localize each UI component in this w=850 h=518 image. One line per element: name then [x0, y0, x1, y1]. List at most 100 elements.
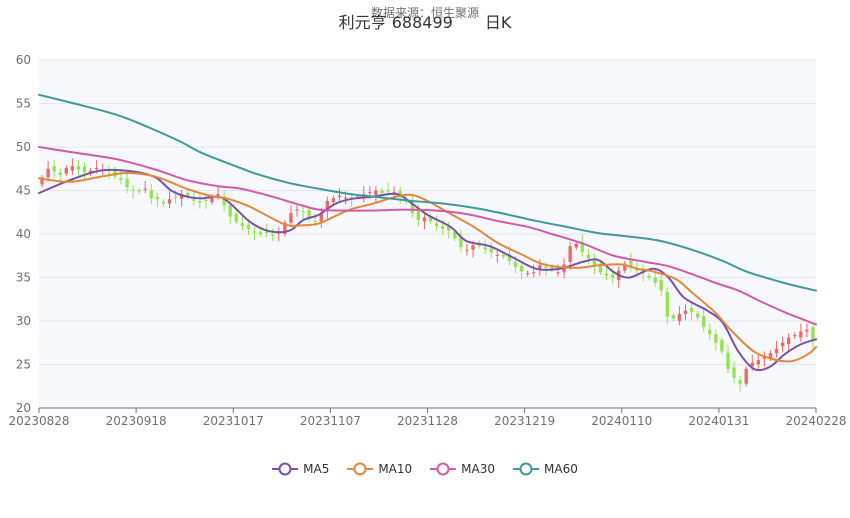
candle-body	[271, 234, 275, 236]
candle-body	[677, 314, 682, 321]
candle-body	[793, 334, 797, 337]
candle-body	[805, 329, 809, 332]
legend-marker-icon	[347, 462, 374, 476]
candle-body	[216, 193, 220, 196]
y-tick-label: 50	[16, 140, 31, 154]
candle-body	[744, 368, 748, 384]
candle-body	[774, 348, 779, 354]
legend-item-ma30[interactable]: MA30	[430, 462, 495, 476]
candle-body	[198, 200, 202, 203]
candle-body	[167, 199, 172, 204]
candle-body	[143, 188, 147, 190]
candle-body	[192, 199, 196, 201]
x-tick-label: 20231219	[494, 414, 555, 428]
candle-body	[94, 167, 99, 170]
legend: MA5 MA10 MA30 MA60	[0, 462, 850, 476]
candle-body	[58, 172, 62, 175]
y-tick-label: 35	[16, 271, 31, 285]
x-tick-label: 20240110	[591, 414, 652, 428]
candle-body	[708, 329, 712, 335]
candle-body	[252, 231, 257, 233]
candle-body	[532, 272, 536, 274]
candle-body	[544, 266, 548, 268]
candle-body	[586, 254, 591, 259]
legend-item-ma10[interactable]: MA10	[347, 462, 412, 476]
candle-body	[289, 213, 293, 223]
chart-title: 利元亨 688499 日K	[338, 13, 512, 32]
candle-body	[489, 248, 493, 253]
candle-body	[368, 192, 372, 194]
candle-body	[556, 272, 560, 274]
candle-body	[125, 178, 129, 188]
candle-body	[434, 223, 439, 227]
candle-body	[149, 190, 153, 199]
legend-marker-icon	[272, 462, 299, 476]
legend-marker-icon	[513, 462, 540, 476]
candle-body	[258, 232, 263, 234]
candle-body	[137, 190, 141, 192]
candle-body	[119, 177, 123, 181]
candle-body	[610, 274, 615, 278]
y-tick-label: 20	[16, 401, 31, 415]
candle-body	[313, 220, 317, 222]
x-tick-label: 20240131	[688, 414, 749, 428]
y-tick-label: 55	[16, 97, 31, 111]
candle-body	[64, 167, 68, 174]
candle-body	[422, 217, 427, 222]
candle-body	[604, 273, 609, 276]
candle-body	[799, 331, 803, 338]
candle-body	[568, 246, 572, 262]
candle-body	[695, 313, 700, 318]
candle-body	[295, 209, 299, 211]
candle-body	[665, 291, 669, 317]
candle-body	[386, 190, 390, 192]
candle-body	[756, 360, 761, 365]
candle-body	[726, 352, 730, 369]
candle-body	[513, 262, 518, 268]
candle-body	[689, 307, 694, 313]
y-tick-label: 30	[16, 314, 31, 328]
candle-body	[501, 254, 506, 257]
candle-body	[483, 247, 487, 250]
x-tick-label: 20230828	[8, 414, 69, 428]
candle-body	[70, 166, 75, 171]
candle-body	[441, 226, 445, 229]
candle-body	[659, 280, 663, 291]
candle-body	[787, 337, 791, 345]
y-tick-label: 45	[16, 184, 31, 198]
candle-body	[714, 334, 718, 343]
candle-body	[720, 340, 724, 352]
legend-label: MA30	[461, 462, 496, 476]
legend-item-ma60[interactable]: MA60	[513, 462, 578, 476]
x-tick-label: 20231128	[397, 414, 458, 428]
legend-label: MA10	[378, 462, 413, 476]
legend-label: MA60	[544, 462, 578, 476]
y-tick-label: 25	[16, 358, 31, 372]
y-tick-label: 60	[16, 53, 31, 67]
candle-body	[380, 190, 384, 194]
candle-body	[228, 205, 232, 217]
candle-body	[82, 167, 87, 173]
legend-label: MA5	[303, 462, 330, 476]
candle-body	[732, 367, 736, 378]
candle-body	[343, 197, 348, 199]
candle-body	[52, 166, 56, 172]
candle-body	[780, 342, 785, 347]
x-tick-label: 20240228	[785, 414, 846, 428]
candle-body	[76, 166, 81, 170]
candle-body	[46, 168, 50, 178]
x-tick-label: 20231107	[300, 414, 361, 428]
candle-body	[301, 210, 305, 212]
candle-body	[653, 277, 657, 283]
candle-body	[671, 315, 676, 319]
candle-body	[702, 316, 706, 328]
legend-marker-icon	[430, 462, 457, 476]
candle-body	[246, 224, 251, 229]
candle-body	[131, 189, 135, 191]
candle-body	[683, 310, 688, 315]
candle-body	[574, 243, 578, 248]
candle-body	[495, 254, 499, 256]
kline-chart: 20 25 30 35 40 45 50 55 60 20230828 20230918 202310…	[8, 53, 846, 428]
x-tick-label: 20230918	[106, 414, 167, 428]
legend-item-ma5[interactable]: MA5	[272, 462, 329, 476]
